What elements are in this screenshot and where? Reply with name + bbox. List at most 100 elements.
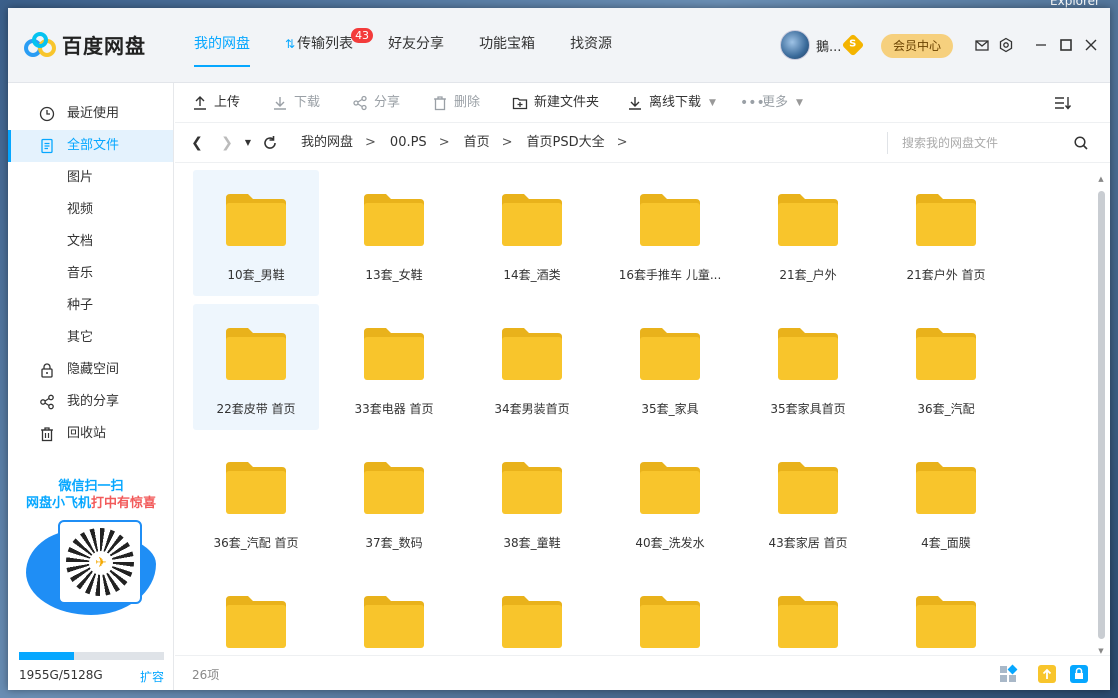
close-icon[interactable] (1083, 37, 1099, 53)
vip-center-button[interactable]: 会员中心 (881, 34, 954, 58)
vertical-scrollbar[interactable]: ▲ ▼ (1096, 173, 1106, 655)
folder-item[interactable]: 21套_户外 (745, 170, 871, 296)
nav-find-resources[interactable]: 找资源 (560, 8, 622, 83)
sidebar-item-label: 我的分享 (67, 394, 120, 409)
chevron-down-icon[interactable]: ▼ (709, 83, 716, 123)
lock-icon[interactable] (1069, 664, 1089, 684)
settings-gear-icon[interactable] (998, 37, 1014, 53)
more-dots-icon: ••• (740, 95, 765, 111)
folder-icon (640, 462, 700, 514)
folder-item[interactable]: 34套男装首页 (469, 304, 595, 430)
back-arrow-icon[interactable]: ❮ (188, 134, 206, 152)
search-input[interactable] (902, 132, 1062, 154)
sort-list-icon[interactable] (1054, 95, 1072, 111)
breadcrumb-item[interactable]: 首页PSD大全 (527, 123, 605, 163)
folder-item[interactable]: 37套_数码 (331, 438, 457, 564)
folder-item[interactable]: 35套_家具 (607, 304, 733, 430)
folder-item[interactable]: 36套_汽配 (883, 304, 1009, 430)
folder-item[interactable]: 33套电器 首页 (331, 304, 457, 430)
folder-item[interactable] (193, 572, 319, 655)
qr-card: ✈ (58, 520, 142, 604)
sidebar-item-hidden-space[interactable]: 隐藏空间 (8, 354, 173, 386)
title-bar: 百度网盘 我的网盘 ⇅ 传输列表 43 好友分享 功能宝箱 找资源 鵝... S … (8, 8, 1110, 83)
folder-item[interactable]: 21套户外 首页 (883, 170, 1009, 296)
folder-icon (640, 194, 700, 246)
item-count: 26项 (192, 668, 220, 682)
user-info[interactable]: 鵝... S (780, 30, 865, 60)
share-button[interactable]: 分享 (352, 83, 400, 123)
breadcrumb-item[interactable]: 我的网盘 (301, 123, 353, 163)
sidebar-item-all-files[interactable]: 全部文件 (8, 130, 173, 162)
history-dropdown-icon[interactable]: ▼ (239, 134, 257, 152)
folder-item[interactable]: 10套_男鞋 (193, 170, 319, 296)
folder-icon (778, 596, 838, 648)
app-logo: 百度网盘 (24, 30, 146, 59)
nav-friend-share[interactable]: 好友分享 (378, 8, 454, 83)
sidebar-item-recycle-bin[interactable]: 回收站 (8, 418, 173, 450)
folder-item[interactable]: 4套_面膜 (883, 438, 1009, 564)
sidebar-item-videos[interactable]: 视频 (8, 194, 173, 226)
sidebar-item-label: 回收站 (67, 426, 107, 441)
offline-download-button[interactable]: 离线下载 ▼ (627, 83, 716, 123)
folder-item[interactable]: 22套皮带 首页 (193, 304, 319, 430)
folder-item[interactable]: 38套_童鞋 (469, 438, 595, 564)
delete-button[interactable]: 删除 (432, 83, 480, 123)
avatar[interactable] (780, 30, 810, 60)
upload-button[interactable]: 上传 (192, 83, 240, 123)
search-icon[interactable] (1073, 135, 1089, 151)
sidebar-item-recent[interactable]: 最近使用 (8, 98, 173, 130)
nav-toolbox[interactable]: 功能宝箱 (469, 8, 545, 83)
wechat-promo: 微信扫一扫 网盘小飞机打中有惊喜 ✈ (8, 478, 174, 620)
username[interactable]: 鵝... (816, 36, 841, 55)
sidebar-item-torrents[interactable]: 种子 (8, 290, 173, 322)
folder-item[interactable]: 35套家具首页 (745, 304, 871, 430)
folder-name: 33套电器 首页 (354, 402, 434, 416)
breadcrumb-separator: > (365, 135, 376, 150)
maximize-icon[interactable] (1058, 37, 1074, 53)
sidebar-item-music[interactable]: 音乐 (8, 258, 173, 290)
sidebar-item-documents[interactable]: 文档 (8, 226, 173, 258)
folder-name: 4套_面膜 (921, 536, 971, 550)
breadcrumb-separator: > (438, 135, 450, 150)
expand-storage-link[interactable]: 扩容 (140, 668, 164, 685)
folder-item[interactable] (469, 572, 595, 655)
folder-name: 40套_洗发水 (635, 536, 705, 550)
scrollbar-thumb[interactable] (1098, 191, 1105, 639)
scroll-up-icon[interactable]: ▲ (1097, 175, 1105, 183)
nav-transfer-list[interactable]: ⇅ 传输列表 43 (275, 8, 374, 83)
nav-transfer-label: 传输列表 (297, 36, 354, 52)
folder-item[interactable] (883, 572, 1009, 655)
forward-arrow-icon[interactable]: ❯ (218, 134, 236, 152)
folder-item[interactable]: 40套_洗发水 (607, 438, 733, 564)
folder-item[interactable] (331, 572, 457, 655)
sidebar-item-other[interactable]: 其它 (8, 322, 173, 354)
sidebar-item-my-shares[interactable]: 我的分享 (8, 386, 173, 418)
folder-name: 36套_汽配 首页 (213, 536, 299, 550)
folder-name: 22套皮带 首页 (216, 402, 296, 416)
folder-icon (778, 194, 838, 246)
folder-name: 14套_酒类 (503, 268, 561, 282)
folder-item[interactable]: 43套家居 首页 (745, 438, 871, 564)
folder-icon (916, 194, 976, 246)
view-mode-icon[interactable] (998, 664, 1018, 684)
refresh-icon[interactable] (261, 134, 279, 152)
qr-code[interactable]: ✈ (26, 520, 156, 620)
folder-item[interactable]: 14套_酒类 (469, 170, 595, 296)
download-button[interactable]: 下载 (272, 83, 320, 123)
minimize-icon[interactable] (1033, 37, 1049, 53)
sidebar-item-pictures[interactable]: 图片 (8, 162, 173, 194)
upload-queue-icon[interactable] (1037, 664, 1057, 684)
breadcrumb: 我的网盘 > 00.PS > 首页 > 首页PSD大全 > (301, 123, 642, 163)
breadcrumb-item[interactable]: 首页 (464, 123, 490, 163)
folder-item[interactable]: 36套_汽配 首页 (193, 438, 319, 564)
nav-my-netdisk[interactable]: 我的网盘 (184, 8, 260, 83)
folder-item[interactable]: 13套_女鞋 (331, 170, 457, 296)
breadcrumb-item[interactable]: 00.PS (390, 123, 427, 163)
folder-item[interactable] (745, 572, 871, 655)
folder-item[interactable]: 16套手推车 儿童... (607, 170, 733, 296)
mail-icon[interactable] (974, 37, 990, 53)
scroll-down-icon[interactable]: ▼ (1097, 647, 1105, 655)
new-folder-button[interactable]: 新建文件夹 (512, 83, 599, 123)
more-button[interactable]: ••• 更多 ▼ (740, 83, 803, 123)
folder-item[interactable] (607, 572, 733, 655)
